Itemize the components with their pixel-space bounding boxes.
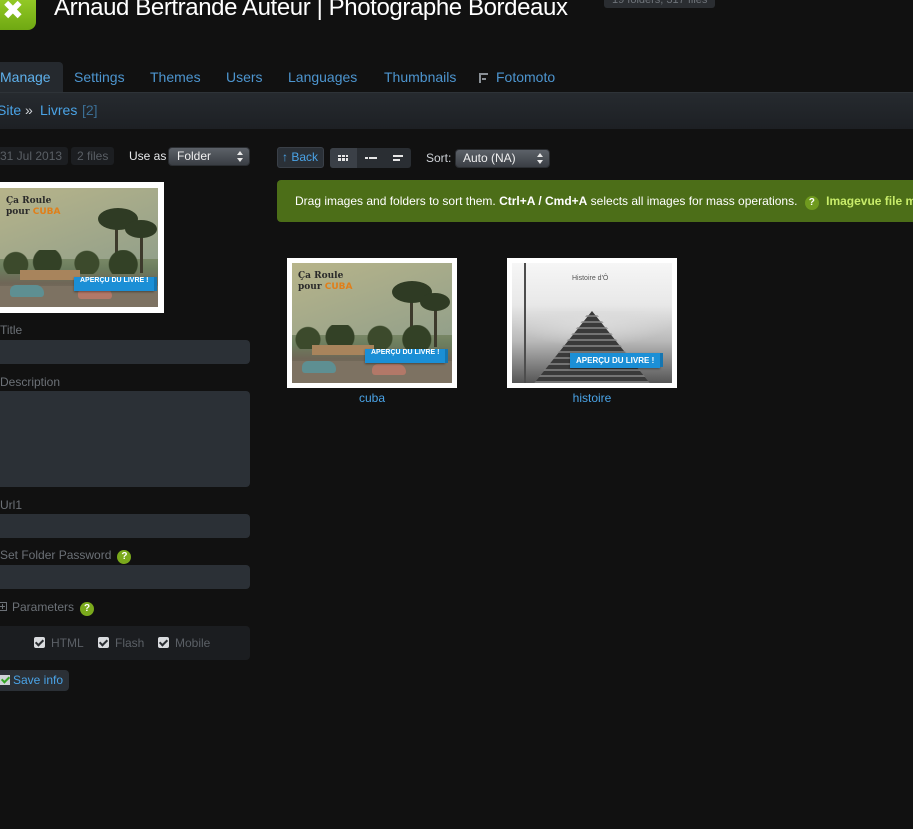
close-logo-icon[interactable]: ✖: [0, 0, 36, 30]
item-caption-cuba[interactable]: cuba: [287, 391, 457, 405]
histoire-cover-title: Histoire d'Ô: [572, 275, 609, 282]
info-bar: Drag images and folders to sort them. Ct…: [277, 180, 913, 222]
parameters-toggle[interactable]: Parameters?: [0, 600, 95, 616]
site-title: Arnaud Bertrande Auteur | Photographe Bo…: [54, 0, 568, 21]
apercu-badge: APERÇU DU LIVRE !: [570, 353, 664, 368]
breadcrumb: Site » Livres [2]: [0, 92, 913, 129]
tab-languages[interactable]: Languages: [288, 62, 357, 92]
histoire-thumbnail[interactable]: Histoire d'Ô APERÇU DU LIVRE !: [507, 258, 677, 388]
password-input[interactable]: [0, 565, 250, 589]
cuba-title-cuba: CUBA: [324, 282, 353, 292]
sort-value: Auto (NA): [463, 151, 516, 165]
title-label: Title: [0, 323, 23, 337]
grid-view-button[interactable]: [330, 148, 357, 168]
save-info-button[interactable]: Save info: [0, 670, 69, 691]
histoire-cover-image: Histoire d'Ô APERÇU DU LIVRE !: [512, 263, 672, 383]
description-textarea[interactable]: [0, 391, 250, 487]
help-icon[interactable]: ?: [117, 550, 132, 564]
cuba-title-line1: Ça Roule: [298, 271, 344, 281]
mobile-checkbox[interactable]: Mobile: [158, 636, 210, 650]
main-tabs: Manage Settings Themes Users Languages T…: [0, 62, 913, 92]
breadcrumb-site[interactable]: Site: [0, 102, 21, 118]
tab-manage[interactable]: Manage: [0, 62, 63, 92]
cuba-thumbnail[interactable]: Ça Roule pour CUBA APERÇU DU LIVRE !: [287, 258, 457, 388]
breadcrumb-livres[interactable]: Livres: [40, 102, 77, 118]
platform-checkboxes: HTML Flash Mobile: [0, 626, 250, 660]
checkbox-checked-icon: [158, 637, 169, 648]
password-label-text: Set Folder Password: [0, 548, 112, 562]
title-input[interactable]: [0, 340, 250, 364]
folder-thumbnail[interactable]: Ça Roule pour CUBA APERÇU DU LIVRE !: [0, 182, 164, 313]
cuba-cover-image: Ça Roule pour CUBA APERÇU DU LIVRE !: [292, 263, 452, 383]
folder-date: 31 Jul 2013: [0, 147, 69, 165]
breadcrumb-count: [2]: [82, 102, 98, 118]
save-info-label: Save info: [13, 673, 64, 687]
password-label: Set Folder Password?: [0, 548, 132, 564]
item-caption-histoire[interactable]: histoire: [507, 391, 677, 405]
tab-users[interactable]: Users: [226, 62, 263, 92]
tab-themes[interactable]: Themes: [150, 62, 201, 92]
checkbox-checked-icon: [98, 637, 109, 648]
breadcrumb-separator: »: [25, 102, 33, 118]
select-arrows-icon: [237, 151, 243, 162]
url-label: Url1: [0, 498, 23, 512]
html-label: HTML: [51, 636, 84, 650]
list-view-icon: [365, 157, 377, 159]
description-label: Description: [0, 375, 61, 389]
sort-label: Sort:: [426, 151, 452, 165]
grid-item-histoire: Histoire d'Ô APERÇU DU LIVRE ! histoire: [507, 258, 677, 405]
app-header: ✖ Arnaud Bertrande Auteur | Photographe …: [0, 0, 913, 62]
parameters-label: Parameters: [12, 600, 75, 614]
info-text-suffix: selects all images for mass operations.: [587, 194, 801, 208]
apercu-badge: APERÇU DU LIVRE !: [74, 277, 158, 291]
back-button[interactable]: ↑ Back: [277, 147, 324, 168]
info-shortcut: Ctrl+A / Cmd+A: [499, 194, 588, 208]
cuba-title-pour: pour: [298, 282, 322, 292]
help-icon[interactable]: ?: [804, 196, 819, 210]
apercu-badge: APERÇU DU LIVRE !: [365, 349, 449, 363]
grid-item-cuba: Ça Roule pour CUBA APERÇU DU LIVRE ! cuba: [287, 258, 457, 405]
folder-file-count-pill: 2 files: [71, 147, 115, 165]
url-input[interactable]: [0, 514, 250, 538]
save-check-icon: [0, 675, 10, 685]
imagevue-link[interactable]: Imagevue file manager: [826, 194, 913, 208]
fotomoto-icon: [479, 73, 488, 83]
expand-plus-icon: [0, 602, 7, 611]
mobile-label: Mobile: [175, 636, 211, 650]
flash-checkbox[interactable]: Flash: [98, 636, 144, 650]
tab-settings[interactable]: Settings: [74, 62, 125, 92]
cuba-title-cuba: CUBA: [32, 207, 61, 217]
use-as-value: Folder: [177, 149, 212, 163]
close-glyph: ✖: [2, 0, 24, 26]
cuba-title-pour: pour: [6, 207, 30, 217]
cuba-title-line1: Ça Roule: [6, 196, 52, 206]
tab-thumbnails[interactable]: Thumbnails: [384, 62, 456, 92]
grid-view-icon: [338, 155, 348, 161]
folder-file-count: 19 folders, 317 files: [604, 0, 716, 8]
flash-label: Flash: [115, 636, 145, 650]
view-mode-group: [330, 148, 411, 168]
info-text-prefix: Drag images and folders to sort them.: [295, 194, 500, 208]
use-as-label: Use as: [129, 149, 167, 163]
cuba-cover-image: Ça Roule pour CUBA APERÇU DU LIVRE !: [0, 188, 158, 307]
tab-fotomoto[interactable]: Fotomoto: [479, 62, 555, 92]
list-view-button[interactable]: [357, 148, 384, 168]
details-view-icon: [393, 155, 403, 161]
sort-select[interactable]: Auto (NA): [455, 149, 550, 168]
tab-fotomoto-label: Fotomoto: [496, 69, 556, 85]
details-view-button[interactable]: [384, 148, 411, 168]
use-as-select[interactable]: Folder: [168, 147, 250, 166]
checkbox-checked-icon: [34, 637, 45, 648]
help-icon[interactable]: ?: [80, 602, 95, 616]
html-checkbox[interactable]: HTML: [34, 636, 84, 650]
select-arrows-icon: [537, 153, 543, 164]
